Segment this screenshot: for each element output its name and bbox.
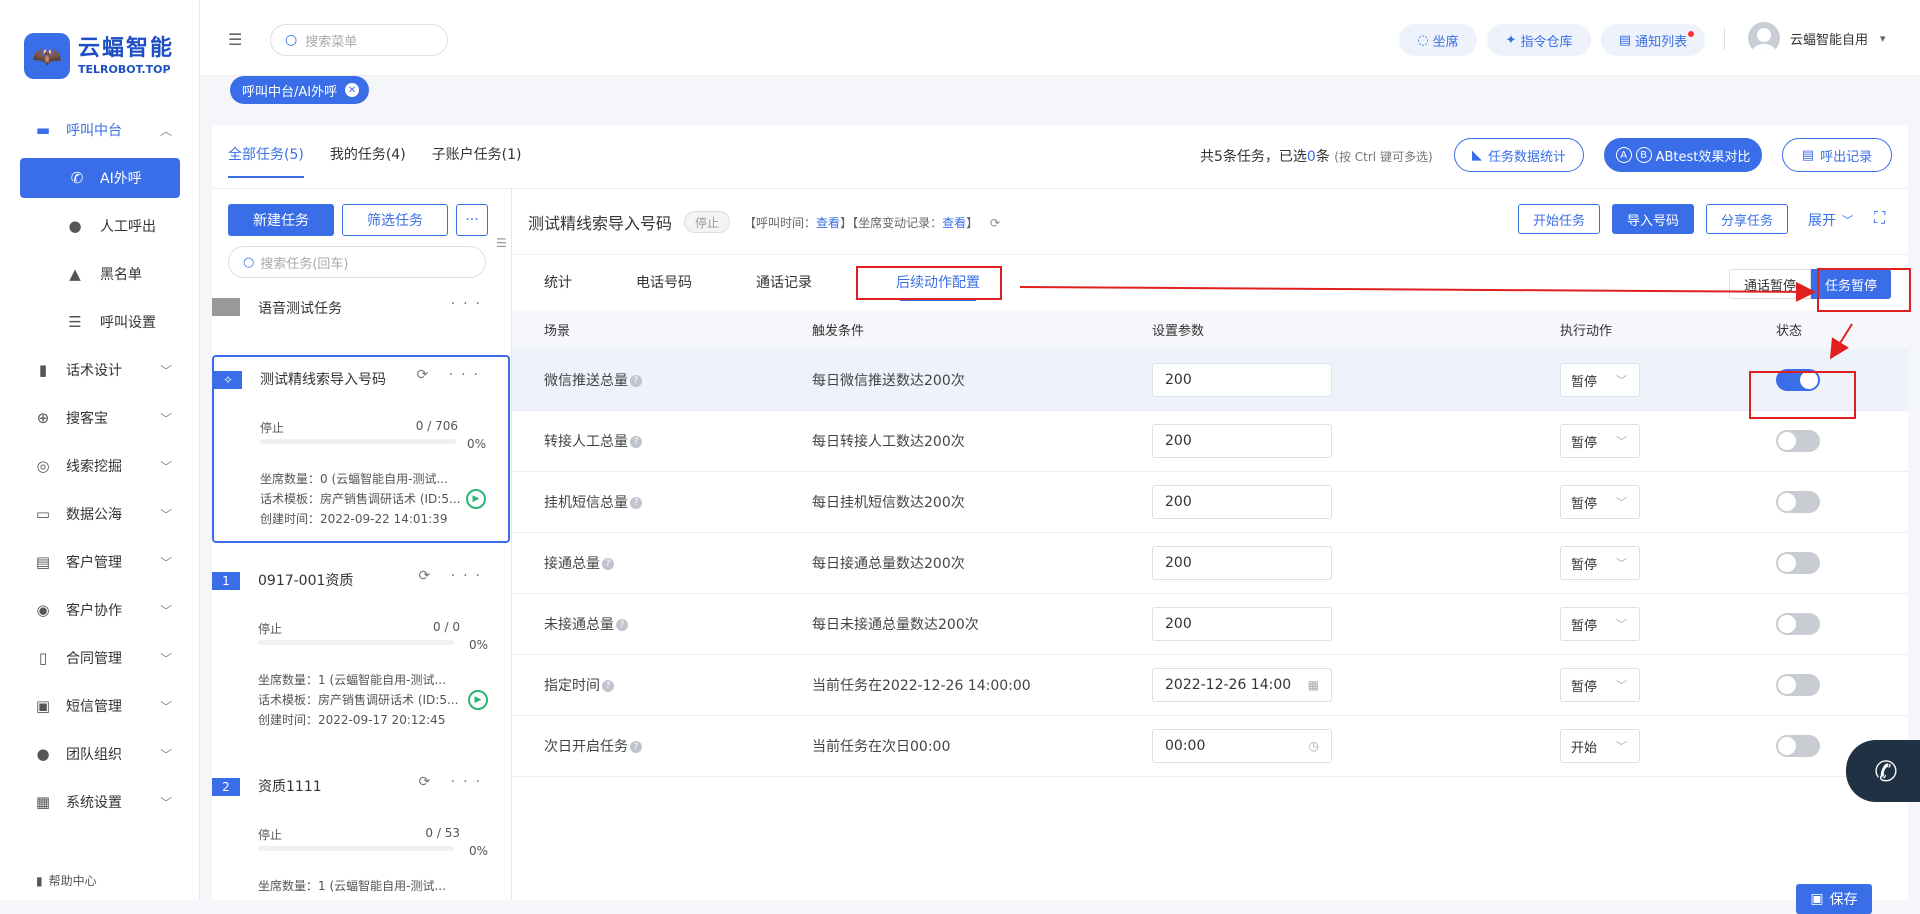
annotation-arrow-down: [1829, 323, 1853, 360]
phone-widget-button[interactable]: ✆: [1846, 740, 1920, 802]
annotation-arrow-horizontal: [1019, 281, 1816, 302]
annotation-arrows: [1019, 281, 1853, 360]
phone-icon: ✆: [1874, 754, 1898, 788]
